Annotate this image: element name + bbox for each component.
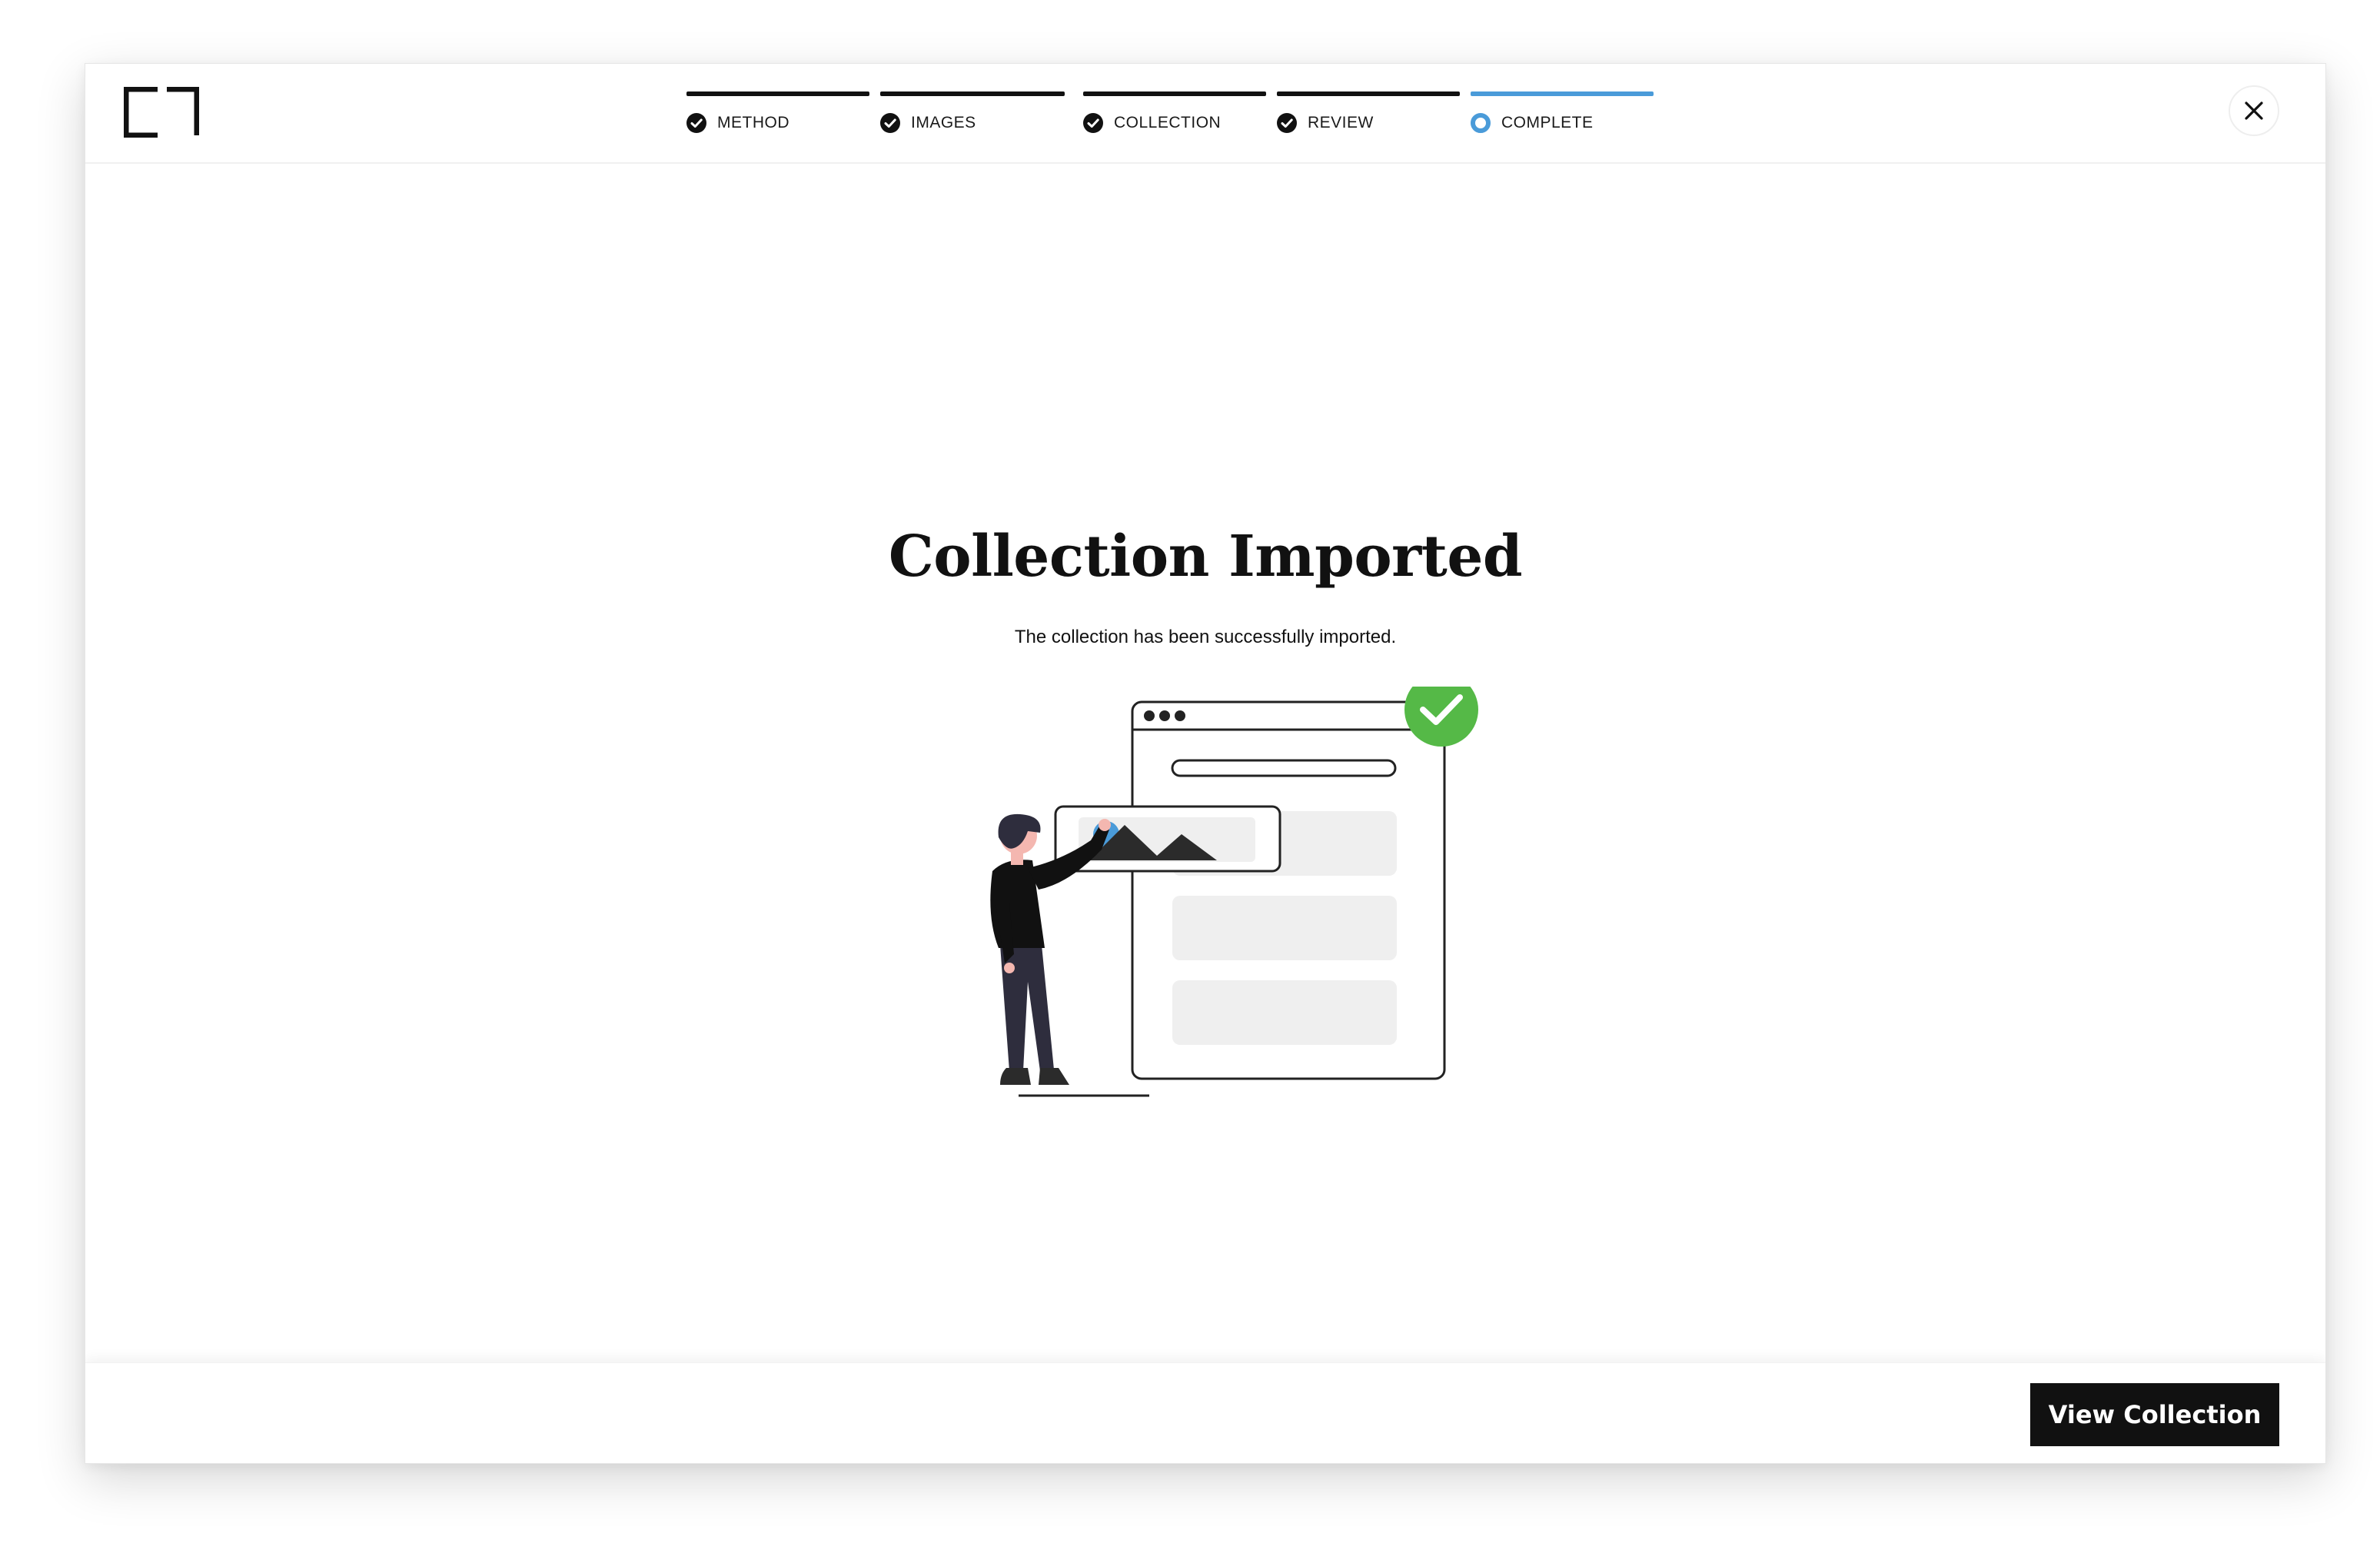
close-button[interactable] <box>2229 85 2279 136</box>
check-circle-icon <box>1083 113 1103 133</box>
check-circle-icon <box>880 113 900 133</box>
import-dialog: METHOD IMAGES COLLECTION REVIEW COMPLETE… <box>85 63 2326 1464</box>
radio-active-icon <box>1471 113 1491 133</box>
step-label: IMAGES <box>911 114 976 131</box>
step-label: COMPLETE <box>1501 114 1594 131</box>
page-title: Collection Imported <box>888 524 1523 590</box>
dialog-header: METHOD IMAGES COLLECTION REVIEW COMPLETE <box>85 64 2325 164</box>
step-progress-bar <box>1277 91 1460 96</box>
check-circle-icon <box>686 113 706 133</box>
brand-logo-icon <box>124 87 199 138</box>
step-progress-bar <box>686 91 869 96</box>
dialog-body: Collection Imported The collection has b… <box>85 164 2325 1345</box>
page-subtitle: The collection has been successfully imp… <box>1014 627 1397 647</box>
close-icon <box>2245 101 2263 120</box>
step-progress-bar <box>1083 91 1266 96</box>
browser-window-graphic <box>1131 700 1446 1080</box>
dialog-footer: View Collection <box>85 1362 2325 1463</box>
step-label: METHOD <box>717 114 789 131</box>
step-label: REVIEW <box>1308 114 1374 131</box>
view-collection-button[interactable]: View Collection <box>2030 1383 2279 1446</box>
check-circle-icon <box>1277 113 1297 133</box>
step-progress-bar <box>880 91 1065 96</box>
import-success-illustration <box>990 687 1478 1097</box>
step-progress-bar <box>1471 91 1654 96</box>
step-label: COLLECTION <box>1114 114 1222 131</box>
